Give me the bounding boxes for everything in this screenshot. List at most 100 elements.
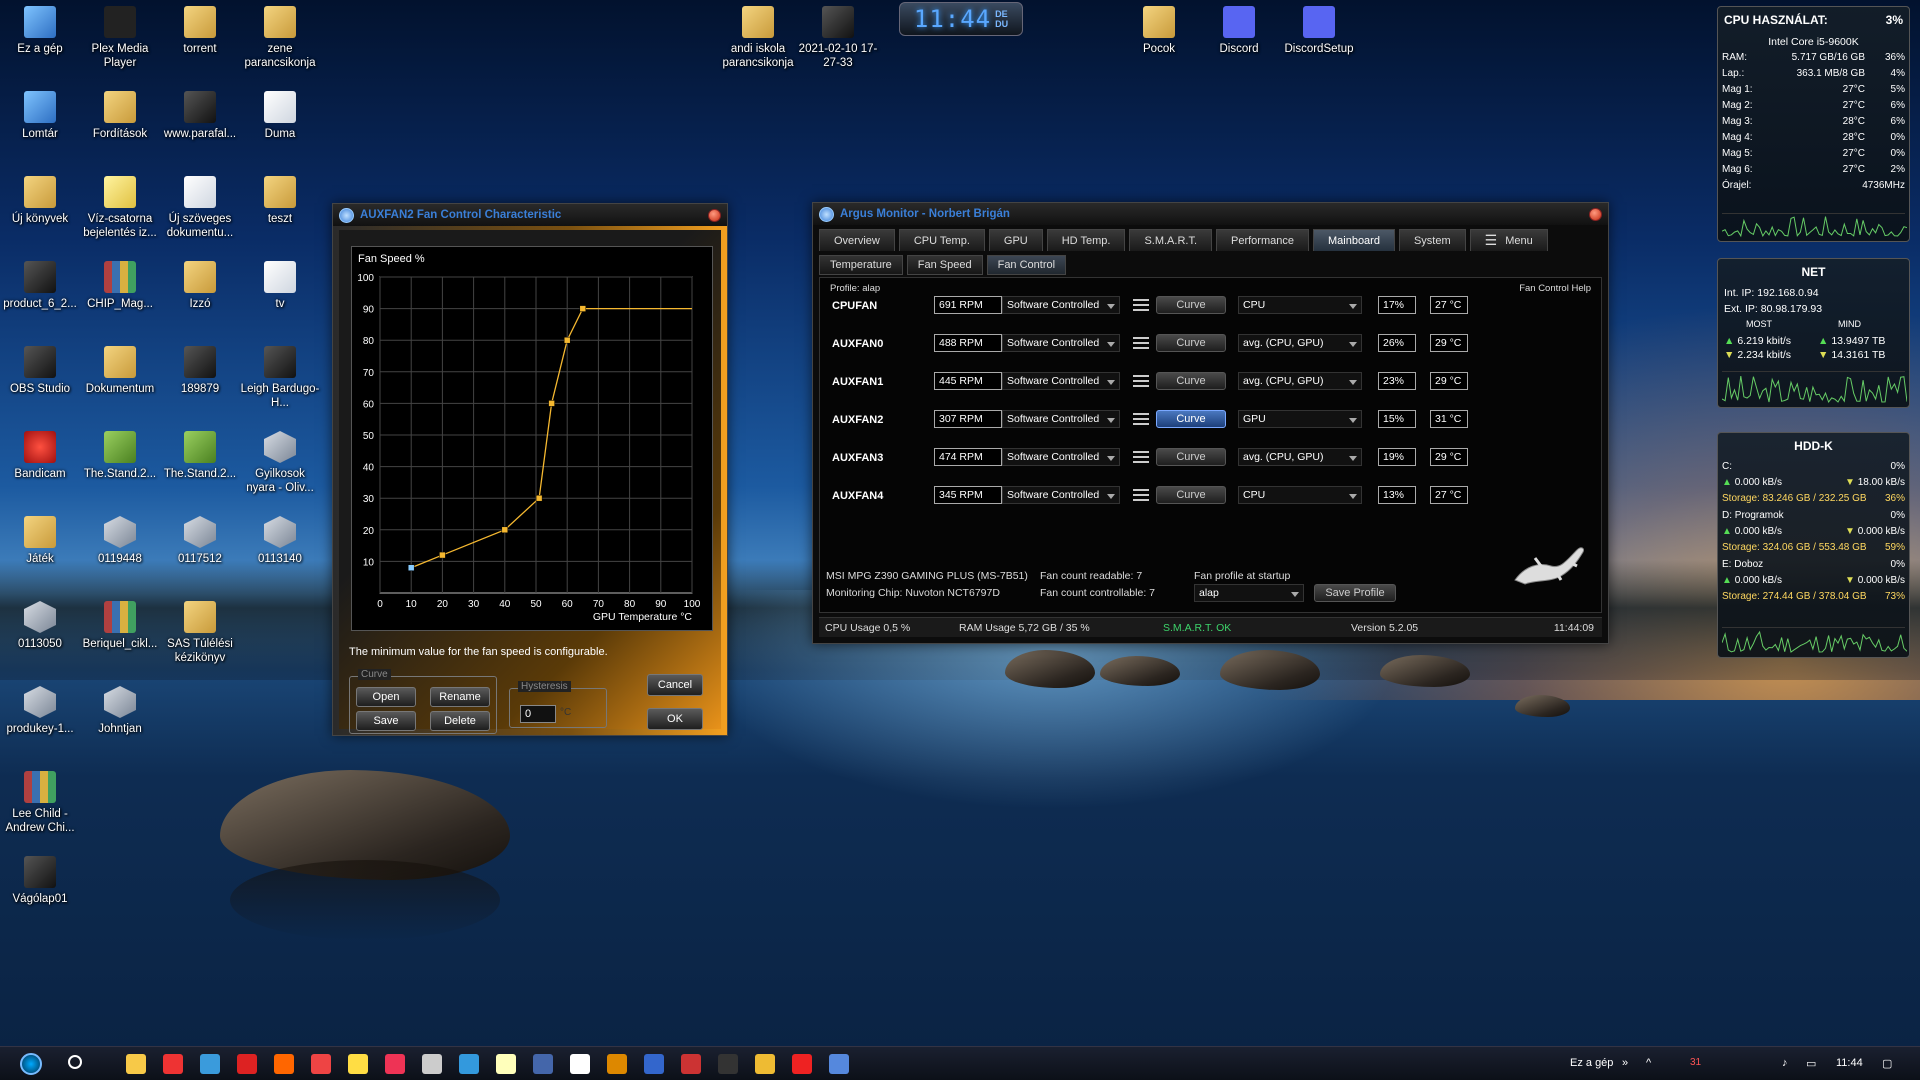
settings-sliders-icon[interactable] [1132,373,1150,389]
desktop-icon[interactable]: Lee Child - Andrew Chi... [0,771,80,835]
fan-window-titlebar[interactable]: AUXFAN2 Fan Control Characteristic [333,204,727,226]
curve-point[interactable] [439,551,446,559]
curve-button[interactable]: Curve [1156,372,1226,390]
desktop-icon[interactable]: www.parafal... [160,91,240,141]
tray-up-icon[interactable]: ^ [1646,1057,1651,1069]
taskbar-app-icon[interactable] [533,1054,553,1074]
taskbar-app-icon[interactable] [718,1054,738,1074]
taskbar-app-icon[interactable] [274,1054,294,1074]
desktop-icon[interactable]: OBS Studio [0,346,80,396]
taskbar-app-icon[interactable] [607,1054,627,1074]
curve-button[interactable]: Curve [1156,448,1226,466]
tab-performance[interactable]: Performance [1216,229,1309,251]
taskbar-app-icon[interactable] [570,1054,590,1074]
subtab-temperature[interactable]: Temperature [819,255,903,275]
fan-mode-dropdown[interactable]: Software Controlled [1002,410,1120,428]
desktop-icon[interactable]: Új szöveges dokumentu... [160,176,240,240]
taskbar-app-icon[interactable] [792,1054,812,1074]
settings-sliders-icon[interactable] [1132,297,1150,313]
volume-icon[interactable]: ♪ [1782,1057,1788,1069]
desktop-icon[interactable]: Gyilkosok nyara - Oliv... [240,431,320,495]
taskbar-app-icon[interactable] [644,1054,664,1074]
subtab-fan-speed[interactable]: Fan Speed [906,255,983,275]
desktop-icon[interactable]: DiscordSetup [1279,6,1359,56]
network-icon[interactable]: ▭ [1806,1057,1816,1070]
desktop-icon[interactable]: Lomtár [0,91,80,141]
taskbar-app-icon[interactable] [755,1054,775,1074]
fan-mode-dropdown[interactable]: Software Controlled [1002,448,1120,466]
desktop-icon[interactable]: Izzó [160,261,240,311]
tab-gpu[interactable]: GPU [988,229,1043,251]
desktop-icon[interactable]: teszt [240,176,320,226]
fan-control-help-link[interactable]: Fan Control Help [1519,283,1591,294]
taskbar-app-icon[interactable] [348,1054,368,1074]
curve-point[interactable] [501,526,509,534]
fan-source-dropdown[interactable]: CPU [1238,296,1362,314]
close-icon[interactable] [708,208,721,222]
fan-source-dropdown[interactable]: GPU [1238,410,1362,428]
save-button[interactable]: Save [356,711,416,731]
desktop-icon[interactable]: 0119448 [80,516,160,566]
argus-titlebar[interactable]: Argus Monitor - Norbert Brigán [813,203,1608,225]
desktop-icon[interactable]: Bandicam [0,431,80,481]
start-button[interactable] [20,1053,42,1075]
taskbar-app-icon[interactable] [681,1054,701,1074]
desktop-icon[interactable]: Plex Media Player [80,6,160,70]
menu-button[interactable]: ☰ Menu [1469,229,1548,251]
desktop-icon[interactable]: 0113140 [240,516,320,566]
desktop-icon[interactable]: The.Stand.2... [160,431,240,481]
startup-profile-dropdown[interactable]: alap [1194,584,1304,602]
desktop-icon[interactable]: Leigh Bardugo-H... [240,346,320,410]
desktop-icon[interactable]: SAS Túlélési kézikönyv [160,601,240,665]
cancel-button[interactable]: Cancel [647,674,703,696]
fan-mode-dropdown[interactable]: Software Controlled [1002,296,1120,314]
fan-source-dropdown[interactable]: avg. (CPU, GPU) [1238,448,1362,466]
taskbar-app-icon[interactable] [422,1054,442,1074]
tray-ez-a-gep[interactable]: Ez a gép [1570,1057,1613,1069]
fan-mode-dropdown[interactable]: Software Controlled [1002,334,1120,352]
curve-point[interactable] [563,336,571,344]
tray-time[interactable]: 11:44 [1836,1057,1863,1069]
fan-source-dropdown[interactable]: CPU [1238,486,1362,504]
desktop-icon[interactable]: tv [240,261,320,311]
settings-sliders-icon[interactable] [1132,449,1150,465]
taskbar-app-icon[interactable] [496,1054,516,1074]
tab-overview[interactable]: Overview [819,229,895,251]
hysteresis-spinbox[interactable]: 0 [520,705,556,723]
taskbar-app-icon[interactable] [311,1054,331,1074]
rename-button[interactable]: Rename [430,687,490,707]
desktop-icon[interactable]: Pocok [1119,6,1199,56]
fan-curve-chart[interactable]: Fan Speed % 0 10 20 30 40 50 60 70 80 90 100 10 20 30… [351,246,713,631]
taskbar-app-icon[interactable] [385,1054,405,1074]
curve-button[interactable]: Curve [1156,334,1226,352]
search-icon[interactable] [68,1055,82,1069]
desktop-icon[interactable]: 2021-02-10 17-27-33 [798,6,878,70]
desktop-icon[interactable]: Dokumentum [80,346,160,396]
desktop-icon[interactable]: Új könyvek [0,176,80,226]
fan-source-dropdown[interactable]: avg. (CPU, GPU) [1238,372,1362,390]
tab-cpu-temp-[interactable]: CPU Temp. [898,229,985,251]
curve-point[interactable] [548,400,555,407]
tab-system[interactable]: System [1398,229,1466,251]
desktop-icon[interactable]: product_6_2... [0,261,80,311]
desktop-icon[interactable]: Duma [240,91,320,141]
tray-chevron-icon[interactable]: » [1622,1057,1628,1069]
desktop-icon[interactable]: The.Stand.2... [80,431,160,481]
curve-button[interactable]: Curve [1156,410,1226,428]
fan-mode-dropdown[interactable]: Software Controlled [1002,372,1120,390]
delete-button[interactable]: Delete [430,711,490,731]
fan-source-dropdown[interactable]: avg. (CPU, GPU) [1238,334,1362,352]
subtab-fan-control[interactable]: Fan Control [986,255,1067,275]
close-icon[interactable] [1589,207,1602,221]
taskbar-app-icon[interactable] [237,1054,257,1074]
desktop-icon[interactable]: 0117512 [160,516,240,566]
tab-hd-temp-[interactable]: HD Temp. [1046,229,1126,251]
taskbar-app-icon[interactable] [200,1054,220,1074]
settings-sliders-icon[interactable] [1132,335,1150,351]
ok-button[interactable]: OK [647,708,703,730]
curve-point[interactable] [407,564,415,571]
desktop-icon[interactable]: Beriquel_cikl... [80,601,160,651]
taskbar-app-icon[interactable] [126,1054,146,1074]
tray-badge[interactable]: 31 [1690,1057,1701,1068]
curve-point[interactable] [535,494,543,502]
